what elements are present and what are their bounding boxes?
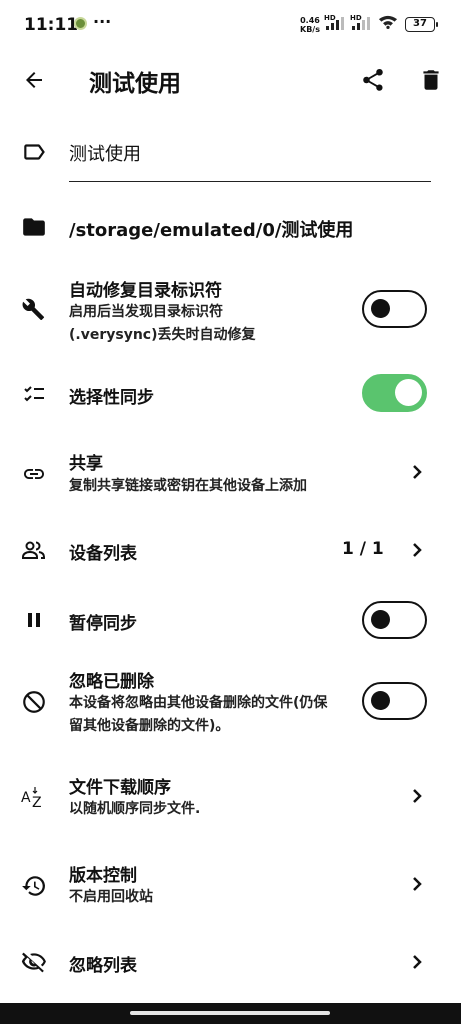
visibility-off-icon	[20, 948, 48, 976]
link-icon	[20, 460, 48, 488]
folder-icon	[20, 213, 48, 241]
signal-icon-2	[352, 17, 370, 30]
versioning-row[interactable]: 版本控制 不启用回收站	[0, 858, 461, 914]
share-row[interactable]: 共享 复制共享链接或密钥在其他设备上添加	[0, 446, 461, 502]
pause-sync-row[interactable]: 暂停同步	[0, 598, 461, 642]
back-button[interactable]	[18, 66, 50, 94]
chevron-right-icon	[407, 786, 427, 806]
share-title: 共享	[69, 454, 103, 474]
ignore-deleted-toggle[interactable]	[362, 682, 427, 720]
auto-repair-title: 自动修复目录标识符	[69, 281, 222, 301]
selective-sync-toggle[interactable]	[362, 374, 427, 412]
download-order-subtitle: 以随机顺序同步文件.	[69, 801, 201, 817]
selective-sync-row[interactable]: 选择性同步	[0, 372, 461, 416]
signal-icon	[326, 17, 344, 30]
app-bar: 测试使用	[0, 52, 461, 108]
sort-alpha-icon: A Z	[20, 784, 48, 812]
chevron-right-icon	[407, 874, 427, 894]
download-order-row[interactable]: A Z 文件下载顺序 以随机顺序同步文件.	[0, 770, 461, 826]
svg-text:A: A	[21, 790, 31, 806]
home-indicator	[130, 1011, 330, 1015]
device-count: 1 / 1	[342, 539, 384, 559]
pause-sync-toggle[interactable]	[362, 601, 427, 639]
people-icon	[20, 536, 48, 564]
share-button[interactable]	[357, 64, 389, 96]
clock: 11:11	[24, 15, 79, 35]
download-order-title: 文件下载顺序	[69, 778, 171, 798]
more-notifications-icon: ···	[93, 12, 112, 31]
history-icon	[20, 872, 48, 900]
chevron-right-icon	[407, 462, 427, 482]
auto-repair-row[interactable]: 自动修复目录标识符 启用后当发现目录标识符(.verysync)丢失时自动修复	[0, 270, 461, 350]
arrow-left-icon	[26, 72, 42, 88]
trash-icon	[423, 70, 439, 90]
selective-sync-title: 选择性同步	[69, 388, 154, 408]
gesture-nav-bar[interactable]	[0, 1003, 461, 1024]
device-list-title: 设备列表	[69, 544, 137, 564]
pause-icon	[20, 606, 48, 634]
tools-icon	[20, 296, 48, 324]
pause-sync-title: 暂停同步	[69, 614, 137, 634]
versioning-title: 版本控制	[69, 866, 137, 886]
versioning-subtitle: 不启用回收站	[69, 889, 153, 905]
block-icon	[20, 688, 48, 716]
page-title: 测试使用	[89, 71, 181, 97]
ignore-list-row[interactable]: 忽略列表	[0, 944, 461, 980]
chevron-right-icon	[407, 952, 427, 972]
battery-icon: 37	[405, 17, 438, 32]
folder-path: /storage/emulated/0/测试使用	[69, 220, 354, 241]
delete-button[interactable]	[415, 64, 447, 96]
ignore-deleted-title: 忽略已删除	[69, 672, 154, 692]
auto-repair-subtitle: 启用后当发现目录标识符(.verysync)丢失时自动修复	[69, 304, 256, 343]
checklist-icon	[20, 380, 48, 408]
ignore-list-title: 忽略列表	[69, 956, 137, 976]
ignore-deleted-row[interactable]: 忽略已删除 本设备将忽略由其他设备删除的文件(仍保留其他设备删除的文件)。	[0, 664, 461, 744]
status-bar: 11:11 ··· 0.46 KB/s HD HD 37	[0, 0, 461, 50]
folder-label-row	[0, 130, 461, 182]
share-icon	[363, 69, 383, 91]
ignore-deleted-subtitle: 本设备将忽略由其他设备删除的文件(仍保留其他设备删除的文件)。	[69, 695, 328, 734]
folder-label-input[interactable]	[69, 138, 431, 182]
svg-text:Z: Z	[32, 795, 42, 811]
share-subtitle: 复制共享链接或密钥在其他设备上添加	[69, 478, 307, 494]
auto-repair-toggle[interactable]	[362, 290, 427, 328]
app-notification-icon	[74, 17, 87, 30]
label-icon	[20, 138, 48, 166]
device-list-row[interactable]: 设备列表 1 / 1	[0, 532, 461, 568]
folder-path-row: /storage/emulated/0/测试使用	[0, 205, 461, 249]
chevron-right-icon	[407, 540, 427, 560]
wifi-icon	[378, 15, 398, 29]
network-speed: 0.46 KB/s	[300, 16, 320, 34]
